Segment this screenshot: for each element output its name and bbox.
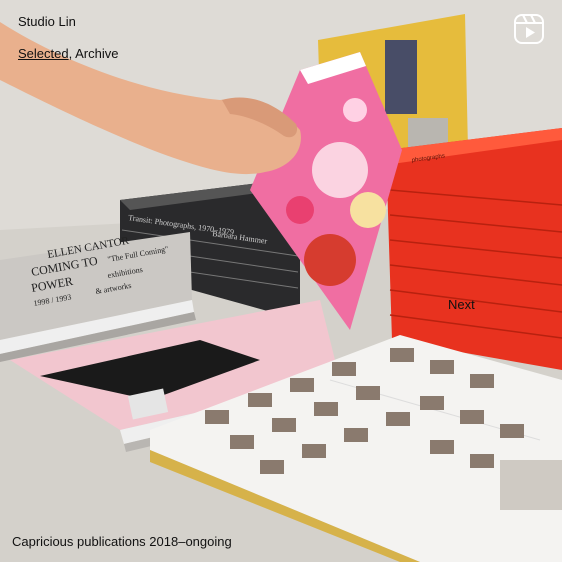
footer-caption: Capricious publications 2018–ongoing <box>12 534 232 549</box>
nav-archive-link[interactable]: Archive <box>75 46 118 61</box>
brand-name[interactable]: Studio Lin <box>18 14 76 30</box>
hero-photo: Transit: Photographs, 1970–1979 Barbara … <box>0 0 562 562</box>
nav-separator: , <box>68 46 73 61</box>
photo-illustration: Transit: Photographs, 1970–1979 Barbara … <box>0 0 562 562</box>
next-button[interactable]: Next <box>448 297 475 312</box>
reel-icon[interactable] <box>514 14 544 44</box>
nav-selected-link[interactable]: Selected <box>18 46 69 61</box>
main-nav: Selected, Archive <box>18 46 118 62</box>
